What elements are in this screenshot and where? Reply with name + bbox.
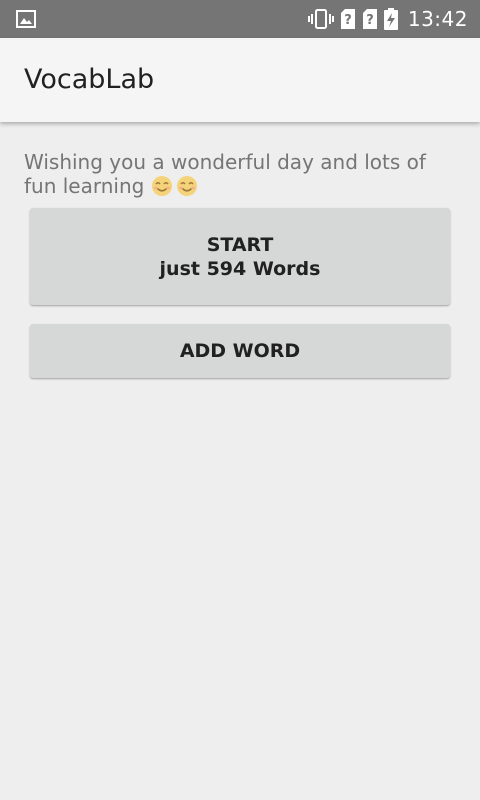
smiling-face-emoji-icon: [151, 175, 173, 197]
svg-text:?: ?: [366, 13, 374, 28]
vibrate-icon: [307, 8, 334, 30]
greeting-message: Wishing you a wonderful day and lots of …: [24, 150, 426, 198]
sim-unknown-icon: ?: [362, 8, 378, 30]
add-word-button[interactable]: ADD WORD: [30, 324, 450, 378]
svg-text:?: ?: [344, 13, 352, 28]
status-icons: ? ? 13:42: [302, 0, 468, 38]
battery-charging-icon: [383, 8, 398, 30]
image-icon: [16, 9, 36, 29]
start-button[interactable]: START just 594 Words: [30, 208, 450, 305]
sim-unknown-icon: ?: [340, 8, 356, 30]
greeting-text: Wishing you a wonderful day and lots of …: [24, 150, 464, 198]
smiling-face-emoji-icon: [176, 175, 198, 197]
status-bar: ? ? 13:42: [0, 0, 480, 38]
app-title: VocabLab: [24, 64, 155, 95]
start-button-word-count: just 594 Words: [159, 257, 321, 280]
add-word-button-label: ADD WORD: [179, 340, 301, 362]
app-bar: VocabLab: [0, 38, 480, 122]
status-time: 13:42: [407, 7, 468, 31]
start-button-label: START: [206, 233, 274, 256]
